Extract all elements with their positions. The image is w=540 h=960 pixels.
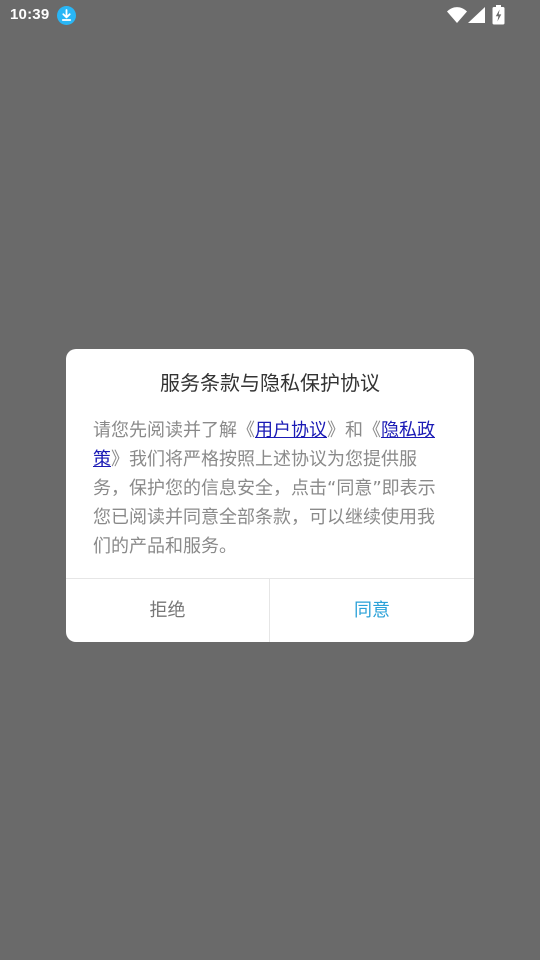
- status-bar: 10:39: [0, 0, 540, 30]
- user-agreement-link[interactable]: 用户协议: [255, 420, 327, 441]
- dialog-body: 请您先阅读并了解《用户协议》和《隐私政策》我们将严格按照上述协议为您提供服务，保…: [93, 416, 451, 561]
- terms-dialog: 服务条款与隐私保护协议 请您先阅读并了解《用户协议》和《隐私政策》我们将严格按照…: [66, 349, 474, 642]
- wifi-icon: [447, 7, 467, 23]
- battery-charging-icon: [492, 5, 505, 25]
- download-icon: [57, 6, 76, 25]
- status-time: 10:39: [10, 6, 50, 23]
- agree-button[interactable]: 同意: [270, 579, 474, 642]
- body-intro: 请您先阅读并了解《: [93, 420, 255, 441]
- reject-button[interactable]: 拒绝: [66, 579, 269, 642]
- dialog-title: 服务条款与隐私保护协议: [160, 371, 380, 395]
- signal-icon: [468, 7, 485, 23]
- body-mid: 》和《: [327, 420, 381, 441]
- body-rest: 》我们将严格按照上述协议为您提供服务，保护您的信息安全，点击“同意”即表示您已阅…: [93, 449, 436, 557]
